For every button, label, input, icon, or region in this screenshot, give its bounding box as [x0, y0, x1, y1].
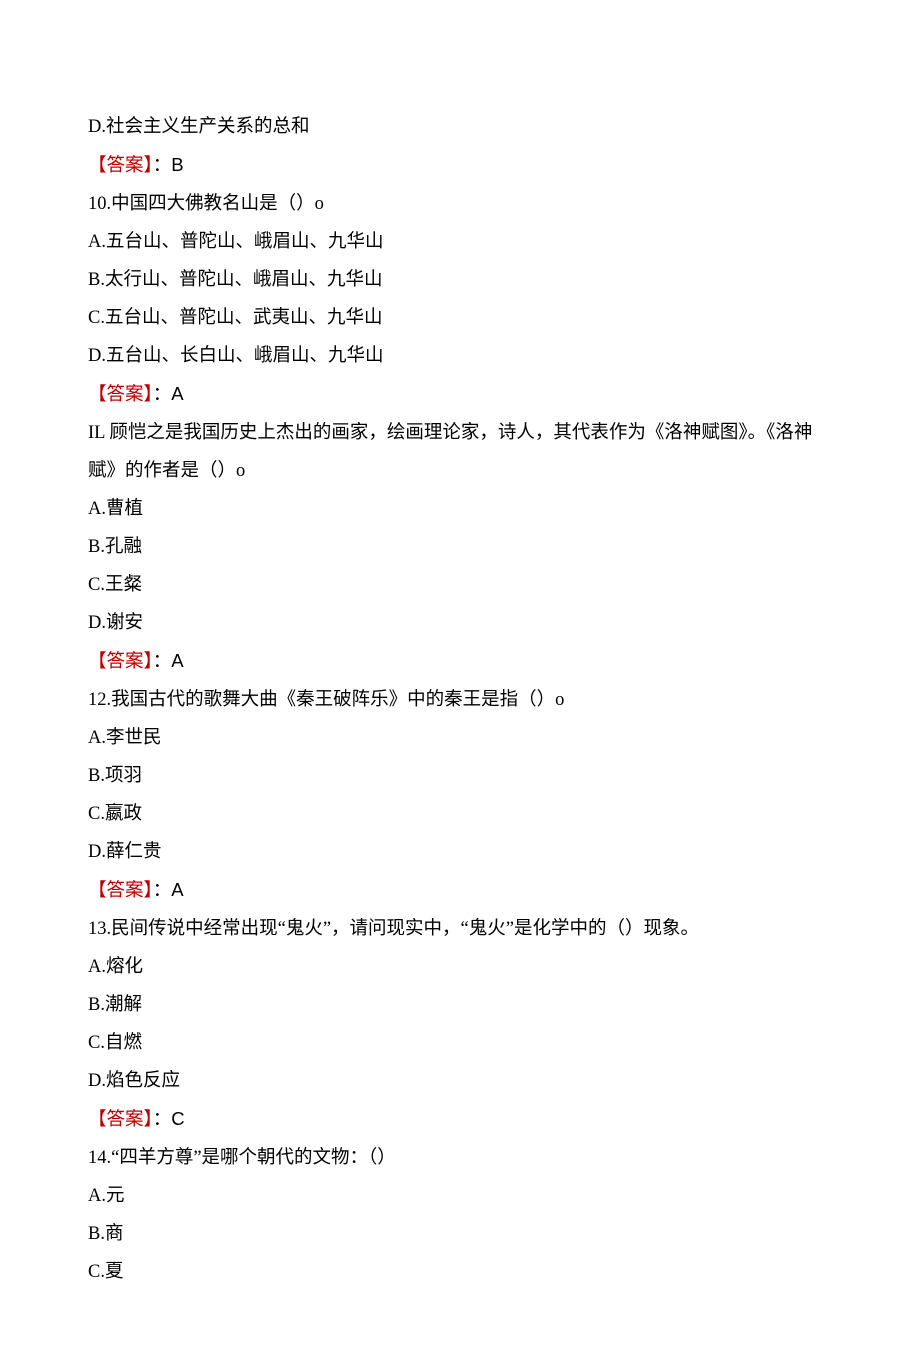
text-content: 13.民间传说中经常出现“鬼火”，请问现实中，“鬼火”是化学中的（）现象。 [88, 919, 699, 939]
text-line: C.自燃 [88, 1024, 832, 1062]
answer-label: 【答案】 [88, 385, 153, 405]
text-line: 10.中国四大佛教名山是（）o [88, 185, 832, 223]
text-content: A.熔化 [88, 957, 143, 977]
text-content: A.元 [88, 1186, 125, 1206]
text-content: A.曹植 [88, 499, 143, 519]
text-content: D.薛仁贵 [88, 842, 162, 862]
answer-label: 【答案】 [88, 1110, 153, 1130]
answer-label: 【答案】 [88, 156, 153, 176]
text-content: D.社会主义生产关系的总和 [88, 117, 310, 137]
text-line: D.薛仁贵 [88, 833, 832, 871]
text-line: B.孔融 [88, 528, 832, 566]
text-line: C.嬴政 [88, 795, 832, 833]
text-content: B.商 [88, 1224, 123, 1244]
text-line: B.潮解 [88, 986, 832, 1024]
text-content: D.五台山、长白山、峨眉山、九华山 [88, 346, 384, 366]
text-content: 10.中国四大佛教名山是（）o [88, 194, 324, 214]
text-line: A.熔化 [88, 948, 832, 986]
answer-colon: ： [153, 385, 172, 405]
text-line: B.项羽 [88, 757, 832, 795]
text-line: C.夏 [88, 1253, 832, 1291]
text-line: D.五台山、长白山、峨眉山、九华山 [88, 337, 832, 375]
text-line: D.谢安 [88, 604, 832, 642]
text-content: B.孔融 [88, 537, 142, 557]
text-line: D.焰色反应 [88, 1062, 832, 1100]
answer-line: 【答案】：A [88, 871, 832, 910]
text-content: D.谢安 [88, 613, 143, 633]
text-content: A.五台山、普陀山、峨眉山、九华山 [88, 232, 384, 252]
text-content: A.李世民 [88, 728, 162, 748]
text-line: A.元 [88, 1177, 832, 1215]
answer-colon: ： [153, 881, 172, 901]
text-line: IL 顾恺之是我国历史上杰出的画家，绘画理论家，诗人，其代表作为《洛神赋图》。《… [88, 414, 832, 452]
answer-value: B [171, 154, 183, 175]
answer-line: 【答案】：A [88, 642, 832, 681]
text-line: C.王粲 [88, 566, 832, 604]
text-content: C.王粲 [88, 575, 142, 595]
answer-value: A [171, 650, 183, 671]
answer-label: 【答案】 [88, 881, 153, 901]
answer-line: 【答案】：A [88, 375, 832, 414]
answer-colon: ： [153, 156, 172, 176]
answer-value: C [171, 1108, 184, 1129]
text-content: B.太行山、普陀山、峨眉山、九华山 [88, 270, 382, 290]
text-line: B.太行山、普陀山、峨眉山、九华山 [88, 261, 832, 299]
text-content: C.嬴政 [88, 804, 142, 824]
text-line: A.五台山、普陀山、峨眉山、九华山 [88, 223, 832, 261]
answer-colon: ： [153, 652, 172, 672]
answer-line: 【答案】：B [88, 146, 832, 185]
text-content: B.潮解 [88, 995, 142, 1015]
text-line: B.商 [88, 1215, 832, 1253]
answer-value: A [171, 879, 183, 900]
text-line: 13.民间传说中经常出现“鬼火”，请问现实中，“鬼火”是化学中的（）现象。 [88, 910, 832, 948]
text-content: 12.我国古代的歌舞大曲《秦王破阵乐》中的秦王是指（）o [88, 690, 564, 710]
answer-value: A [171, 383, 183, 404]
text-line: 赋》的作者是（）o [88, 452, 832, 490]
text-content: B.项羽 [88, 766, 142, 786]
text-content: C.自燃 [88, 1033, 142, 1053]
text-line: A.李世民 [88, 719, 832, 757]
answer-line: 【答案】：C [88, 1100, 832, 1139]
text-content: IL 顾恺之是我国历史上杰出的画家，绘画理论家，诗人，其代表作为《洛神赋图》。《… [88, 423, 812, 443]
document-page: D.社会主义生产关系的总和【答案】：B10.中国四大佛教名山是（）oA.五台山、… [0, 0, 920, 1351]
text-content: C.夏 [88, 1262, 123, 1282]
text-content: 赋》的作者是（）o [88, 461, 245, 481]
text-line: A.曹植 [88, 490, 832, 528]
text-line: 12.我国古代的歌舞大曲《秦王破阵乐》中的秦王是指（）o [88, 681, 832, 719]
text-content: 14.“四羊方尊”是哪个朝代的文物：（） [88, 1148, 396, 1168]
text-content: D.焰色反应 [88, 1071, 180, 1091]
text-line: 14.“四羊方尊”是哪个朝代的文物：（） [88, 1139, 832, 1177]
text-line: D.社会主义生产关系的总和 [88, 108, 832, 146]
answer-colon: ： [153, 1110, 172, 1130]
answer-label: 【答案】 [88, 652, 153, 672]
text-content: C.五台山、普陀山、武夷山、九华山 [88, 308, 382, 328]
text-line: C.五台山、普陀山、武夷山、九华山 [88, 299, 832, 337]
